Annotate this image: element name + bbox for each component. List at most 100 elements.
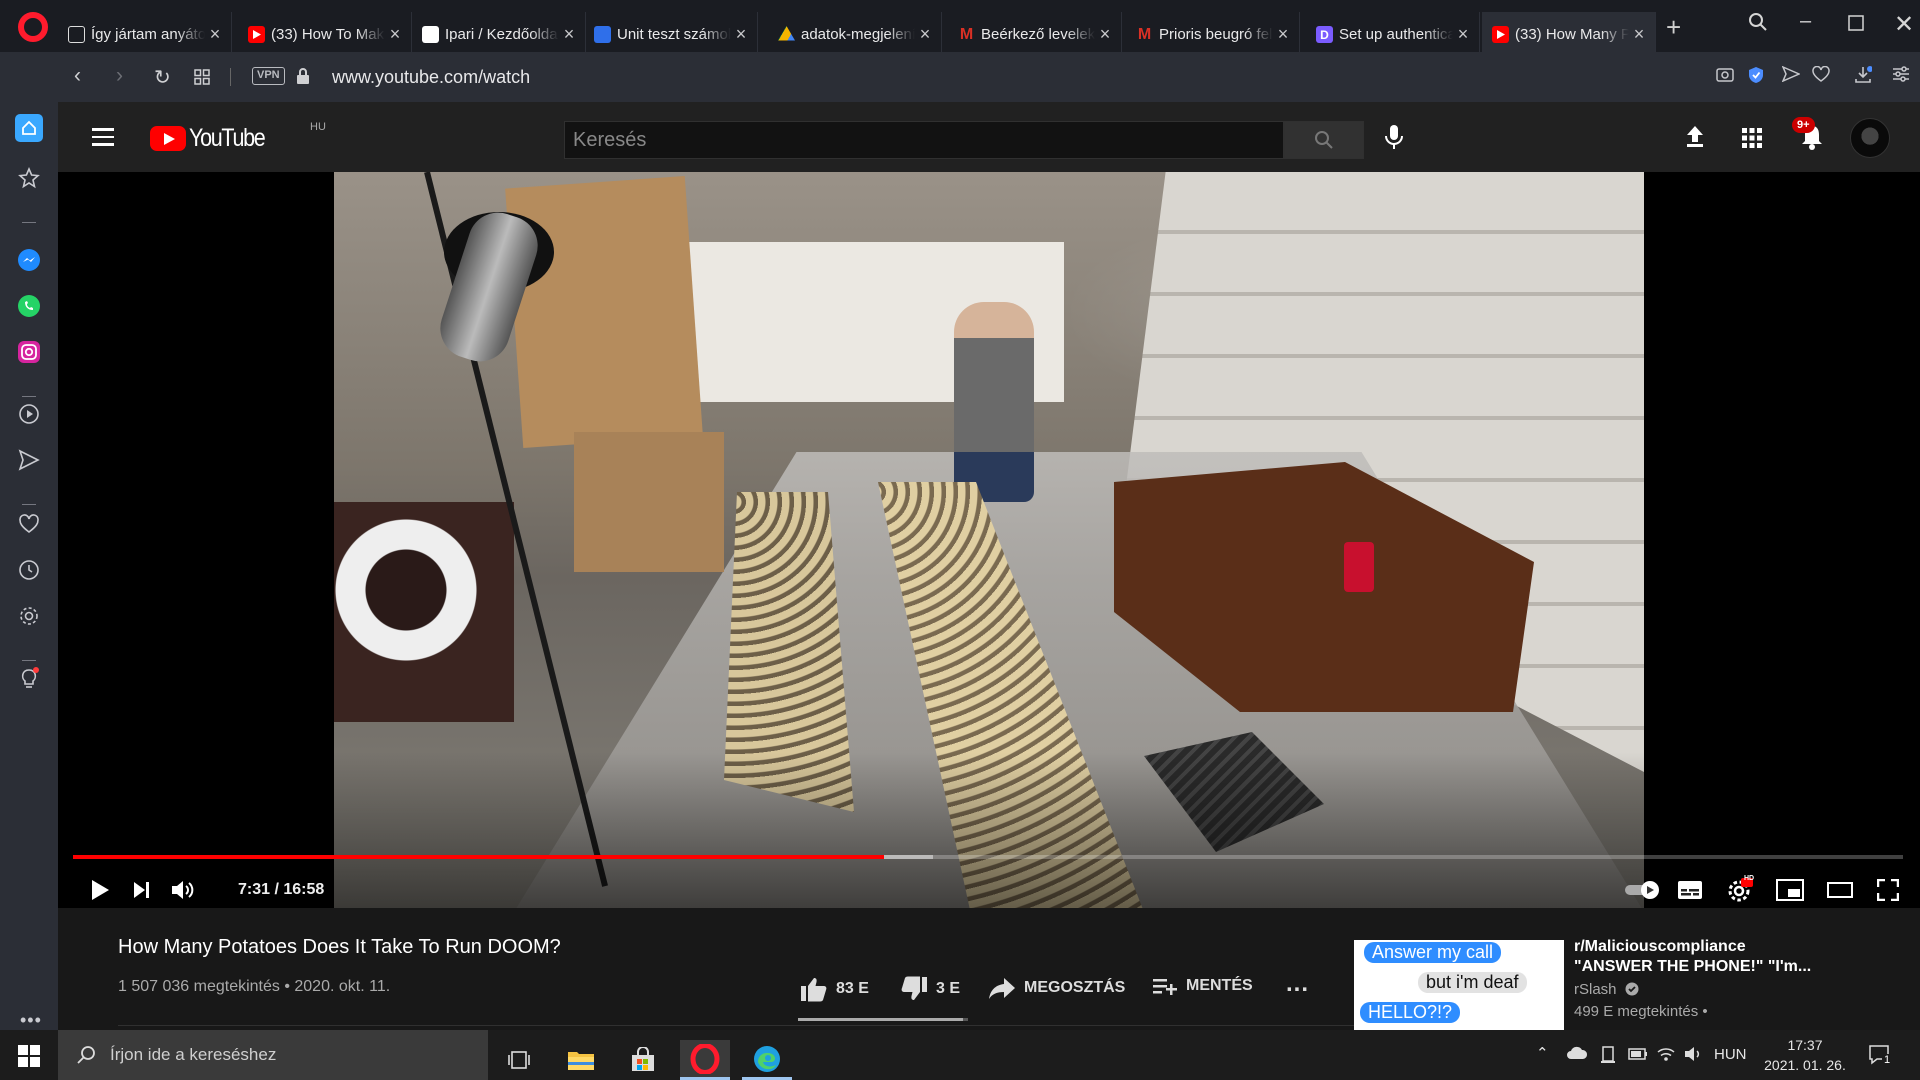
lock-icon[interactable] bbox=[296, 67, 310, 90]
download-icon[interactable] bbox=[1854, 66, 1873, 90]
reload-icon[interactable]: ↻ bbox=[154, 65, 171, 90]
volume-button[interactable] bbox=[166, 872, 202, 908]
like-dislike-ratio-bar bbox=[798, 1018, 968, 1021]
close-tab-icon[interactable]: × bbox=[1095, 24, 1115, 45]
speaker-icon[interactable] bbox=[1684, 1046, 1704, 1066]
opera-menu-logo[interactable] bbox=[18, 12, 48, 42]
share-button[interactable]: MEGOSZTÁS bbox=[988, 976, 1125, 1000]
close-tab-icon[interactable]: × bbox=[559, 24, 579, 45]
task-view-icon[interactable] bbox=[494, 1040, 544, 1080]
address-bar: ‹ › ↻ VPN www.youtube.com/watch bbox=[58, 52, 1920, 102]
sidebar-more-icon[interactable]: ••• bbox=[20, 1010, 42, 1031]
search-input[interactable] bbox=[565, 122, 1205, 158]
close-tab-icon[interactable]: × bbox=[1273, 24, 1293, 45]
recommended-video-title[interactable]: r/Maliciouscompliance "ANSWER THE PHONE!… bbox=[1574, 937, 1814, 977]
browser-tab[interactable]: Ipari / Kezdőoldal × bbox=[412, 12, 586, 57]
messenger-icon[interactable] bbox=[17, 248, 41, 272]
browser-tab[interactable]: Így jártam anyátokkal× bbox=[58, 12, 232, 57]
easy-setup-icon[interactable] bbox=[1892, 66, 1910, 88]
browser-tab[interactable]: Unit teszt számolás× bbox=[584, 12, 758, 57]
progress-bar[interactable] bbox=[73, 855, 1903, 859]
voice-search-mic-icon[interactable] bbox=[1384, 124, 1404, 155]
subtitles-button[interactable] bbox=[1672, 872, 1708, 908]
back-icon[interactable]: ‹ bbox=[74, 64, 81, 88]
recommended-channel-name[interactable]: rSlash bbox=[1574, 981, 1639, 998]
tab-title: Beérkező levelek bbox=[981, 26, 1095, 43]
upload-icon[interactable] bbox=[1684, 124, 1706, 153]
play-button[interactable] bbox=[82, 872, 118, 908]
more-actions-button[interactable]: ... bbox=[1286, 970, 1309, 998]
search-button[interactable] bbox=[1284, 121, 1364, 159]
recommended-video-thumbnail[interactable]: Answer my call but i'm deaf HELLO?!? bbox=[1354, 940, 1564, 1030]
close-tab-icon[interactable]: × bbox=[1453, 24, 1473, 45]
fullscreen-button[interactable] bbox=[1870, 872, 1906, 908]
theater-mode-button[interactable] bbox=[1822, 872, 1858, 908]
input-language-indicator[interactable]: HUN bbox=[1714, 1046, 1747, 1063]
browser-tab[interactable]: M Prioris beugró feladat× bbox=[1126, 12, 1300, 57]
dislike-button[interactable]: 3 E bbox=[900, 976, 960, 1002]
lightbulb-icon[interactable] bbox=[17, 666, 41, 690]
settings-button[interactable]: HD bbox=[1722, 872, 1758, 908]
save-button[interactable]: MENTÉS bbox=[1152, 976, 1253, 996]
autoplay-toggle[interactable] bbox=[1622, 872, 1664, 908]
whatsapp-icon[interactable] bbox=[17, 294, 41, 318]
battery-icon[interactable] bbox=[1628, 1046, 1648, 1066]
snapshot-icon[interactable] bbox=[1716, 66, 1734, 88]
my-flow-heart-icon[interactable] bbox=[17, 512, 41, 536]
apps-grid-icon[interactable] bbox=[1742, 128, 1762, 153]
close-window-icon[interactable]: ✕ bbox=[1894, 10, 1914, 39]
settings-gear-icon[interactable] bbox=[17, 604, 41, 628]
show-hidden-icons-chevron[interactable]: ⌃ bbox=[1536, 1044, 1549, 1062]
device-icon[interactable] bbox=[1600, 1046, 1616, 1068]
opera-taskbar-icon[interactable] bbox=[680, 1040, 730, 1080]
new-tab-button[interactable]: + bbox=[1666, 14, 1681, 40]
drive-favicon-icon bbox=[778, 26, 795, 41]
history-clock-icon[interactable] bbox=[17, 558, 41, 582]
account-avatar[interactable] bbox=[1850, 118, 1890, 158]
share-arrow-icon bbox=[989, 978, 1015, 999]
taskbar-clock[interactable]: 17:37 2021. 01. 26. bbox=[1760, 1035, 1850, 1075]
soda-can bbox=[1344, 542, 1374, 592]
miniplayer-button[interactable] bbox=[1772, 872, 1808, 908]
youtube-logo[interactable]: YouTube HU bbox=[150, 121, 326, 153]
browser-tab[interactable]: M Beérkező levelek × bbox=[948, 12, 1122, 57]
browser-tab[interactable]: adatok-megjelenítés× bbox=[768, 12, 942, 57]
tab-search-icon[interactable] bbox=[1748, 12, 1768, 38]
close-tab-icon[interactable]: × bbox=[1629, 24, 1649, 45]
maximize-icon[interactable] bbox=[1848, 14, 1864, 37]
video-player[interactable]: 7:31 / 16:58 HD bbox=[58, 172, 1920, 908]
close-tab-icon[interactable]: × bbox=[731, 24, 751, 45]
forward-icon[interactable]: › bbox=[116, 64, 123, 88]
browser-tab[interactable]: (33) How Many Potatoes× bbox=[1482, 12, 1656, 57]
wifi-icon[interactable] bbox=[1656, 1046, 1676, 1066]
browser-tab[interactable]: D Set up authentication× bbox=[1306, 12, 1480, 57]
browser-tab[interactable]: (33) How To Make × bbox=[238, 12, 412, 57]
store-icon[interactable] bbox=[618, 1040, 668, 1080]
tab-title: Unit teszt számolás bbox=[617, 26, 731, 43]
tab-overview-icon[interactable] bbox=[194, 69, 210, 90]
next-button[interactable] bbox=[124, 872, 160, 908]
bookmarks-star-icon[interactable] bbox=[17, 166, 41, 190]
action-center-icon[interactable]: 1 bbox=[1868, 1044, 1893, 1070]
speed-dial-home-icon[interactable] bbox=[15, 114, 43, 142]
onedrive-cloud-icon[interactable] bbox=[1566, 1046, 1588, 1064]
close-tab-icon[interactable]: × bbox=[205, 24, 225, 45]
taskbar-search-box[interactable]: Írjon ide a kereséshez bbox=[58, 1030, 488, 1080]
thumbnail-text-bubble: HELLO?!? bbox=[1360, 1002, 1461, 1023]
minimize-icon[interactable]: – bbox=[1800, 10, 1811, 33]
instagram-icon[interactable] bbox=[17, 340, 41, 364]
close-tab-icon[interactable]: × bbox=[385, 24, 405, 45]
file-explorer-icon[interactable] bbox=[556, 1040, 606, 1080]
edge-taskbar-icon[interactable] bbox=[742, 1040, 792, 1080]
player-icon[interactable] bbox=[17, 402, 41, 426]
hamburger-menu-icon[interactable] bbox=[92, 128, 114, 146]
heart-icon[interactable] bbox=[1812, 65, 1830, 88]
adblock-shield-icon[interactable] bbox=[1748, 66, 1764, 90]
vpn-badge[interactable]: VPN bbox=[252, 67, 285, 85]
flow-send-icon[interactable] bbox=[17, 448, 41, 472]
like-button[interactable]: 83 E bbox=[800, 976, 869, 1002]
send-icon[interactable] bbox=[1781, 65, 1801, 88]
url-text[interactable]: www.youtube.com/watch bbox=[332, 67, 530, 88]
close-tab-icon[interactable]: × bbox=[915, 24, 935, 45]
windows-start-icon[interactable] bbox=[18, 1045, 40, 1072]
